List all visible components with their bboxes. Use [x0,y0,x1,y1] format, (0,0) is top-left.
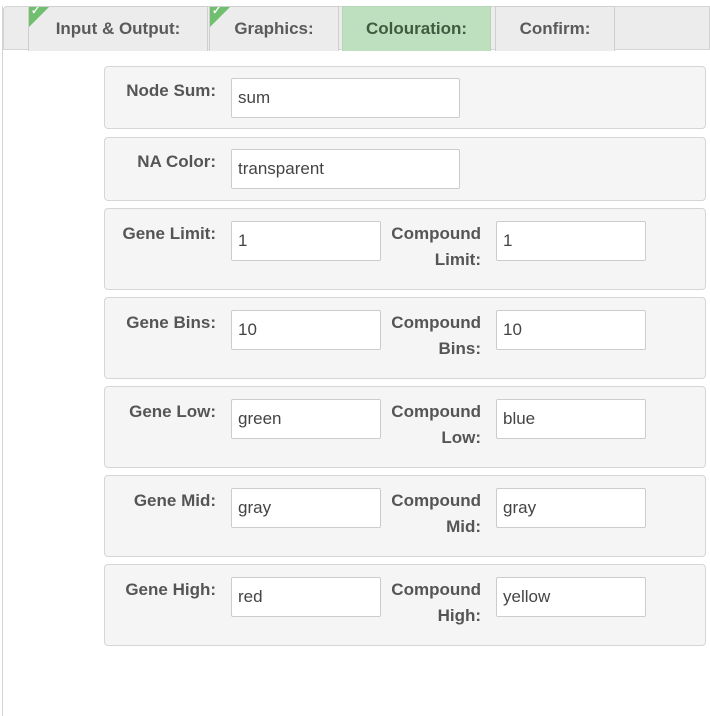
compound-bins-label-line1: Compound [391,313,481,332]
form-row-low: Gene Low: Compound Low: [104,386,706,468]
gene-limit-label: Gene Limit: [122,224,216,243]
compound-bins-input[interactable] [496,310,646,350]
compound-low-input[interactable] [496,399,646,439]
compound-limit-label-line1: Compound [391,224,481,243]
compound-bins-label-line2: Bins: [438,339,482,358]
tab-confirm[interactable]: Confirm: [495,6,615,51]
node-sum-label: Node Sum: [126,81,216,100]
node-sum-input[interactable] [231,78,460,118]
gene-low-label: Gene Low: [129,402,216,421]
tab-label: Confirm: [519,19,591,38]
na-color-input[interactable] [231,149,460,189]
na-color-label: NA Color: [137,152,216,171]
tab-input-output[interactable]: ✓ Input & Output: [28,5,208,51]
gene-high-label: Gene High: [125,580,216,599]
compound-mid-label-line1: Compound [391,491,481,510]
compound-low-label: Compound Low: [381,399,481,451]
compound-high-input[interactable] [496,577,646,617]
compound-high-label-line1: Compound [391,580,481,599]
gene-mid-input[interactable] [231,488,381,528]
gene-low-input[interactable] [231,399,381,439]
form-row-node-sum: Node Sum: [104,66,706,129]
tab-label: Input & Output: [55,19,181,38]
compound-low-label-line1: Compound [391,402,481,421]
form-row-limit: Gene Limit: Compound Limit: [104,208,706,290]
gene-high-input[interactable] [231,577,381,617]
form-row-mid: Gene Mid: Compound Mid: [104,475,706,557]
form-row-na-color: NA Color: [104,137,706,201]
check-icon: ✓ [212,5,222,17]
compound-low-label-line2: Low: [441,428,481,447]
tab-label: Graphics: [234,19,314,38]
compound-mid-label-line2: Mid: [446,517,481,536]
compound-high-label: Compound High: [381,577,481,629]
form-row-high: Gene High: Compound High: [104,564,706,646]
gene-limit-input[interactable] [231,221,381,261]
gene-bins-label: Gene Bins: [126,313,216,332]
check-icon: ✓ [31,5,41,17]
tab-colouration[interactable]: Colouration: [342,6,491,51]
compound-mid-input[interactable] [496,488,646,528]
gene-bins-input[interactable] [231,310,381,350]
compound-limit-input[interactable] [496,221,646,261]
tab-graphics[interactable]: ✓ Graphics: [209,5,339,51]
compound-mid-label: Compound Mid: [381,488,481,540]
compound-limit-label-line2: Limit: [434,250,481,269]
gene-mid-label: Gene Mid: [133,491,216,510]
tab-label: Colouration: [365,19,468,38]
compound-limit-label: Compound Limit: [381,221,481,273]
compound-bins-label: Compound Bins: [381,310,481,362]
compound-high-label-line2: High: [437,606,481,625]
form-row-bins: Gene Bins: Compound Bins: [104,297,706,379]
